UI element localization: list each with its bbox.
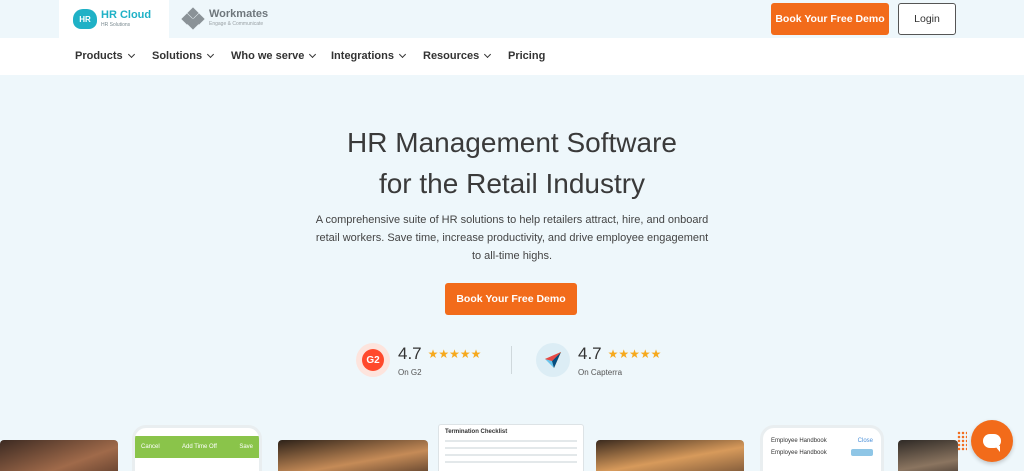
- workmates-tagline: Engage & Communicate: [209, 21, 264, 27]
- workmates-logo[interactable]: Workmates Engage & Communicate: [181, 7, 269, 30]
- main-nav: Products Solutions Who we serve Integrat…: [0, 38, 1024, 75]
- workmates-name: Workmates: [209, 8, 269, 20]
- g2-rating[interactable]: G2 4.7 ★★★★★ On G2: [356, 343, 481, 377]
- nav-item-resources[interactable]: Resources: [423, 50, 492, 62]
- capterra-score: 4.7: [578, 343, 602, 363]
- chevron-down-icon: [127, 50, 135, 59]
- login-button[interactable]: Login: [898, 3, 956, 35]
- product-preview-strip: Cancel Add Time Off Save Termination Che…: [0, 420, 1024, 471]
- g2-score: 4.7: [398, 343, 422, 363]
- capterra-logo-icon: [536, 343, 570, 377]
- nav-item-pricing[interactable]: Pricing: [508, 50, 545, 62]
- chevron-down-icon: [398, 50, 406, 59]
- hr-cloud-logo[interactable]: HR HR Cloud HR Solutions: [59, 0, 169, 38]
- hero-subtitle: A comprehensive suite of HR solutions to…: [315, 214, 709, 262]
- decorative-dots: [957, 431, 967, 451]
- g2-logo-icon: G2: [356, 343, 390, 377]
- retail-photo: [0, 440, 118, 471]
- nav-item-products[interactable]: Products: [75, 50, 135, 62]
- chat-widget-button[interactable]: [971, 420, 1013, 462]
- retail-photo: [596, 440, 744, 471]
- employee-handbook-phone-mockup: Employee Handbook Close Employee Handboo…: [760, 425, 884, 471]
- hr-cloud-tagline: HR Solutions: [101, 22, 131, 28]
- star-rating-icon: ★★★★★: [427, 346, 482, 361]
- g2-label: On G2: [398, 367, 422, 377]
- chat-bubble-icon: [983, 434, 1001, 452]
- nav-item-integrations[interactable]: Integrations: [331, 50, 406, 62]
- chevron-down-icon: [309, 50, 317, 59]
- retail-photo: [278, 440, 428, 471]
- book-demo-button-header[interactable]: Book Your Free Demo: [771, 3, 889, 35]
- top-bar: HR HR Cloud HR Solutions Workmates Engag…: [0, 0, 1024, 38]
- hr-cloud-name: HR Cloud: [101, 9, 152, 21]
- capterra-label: On Capterra: [578, 367, 623, 377]
- termination-checklist-preview: Termination Checklist: [438, 424, 584, 471]
- hr-cloud-icon: HR: [73, 9, 97, 29]
- star-rating-icon: ★★★★★: [607, 346, 662, 361]
- nav-item-solutions[interactable]: Solutions: [152, 50, 215, 62]
- retail-photo: [898, 440, 958, 471]
- ratings-divider: [511, 346, 512, 374]
- chevron-down-icon: [484, 50, 492, 59]
- book-demo-button-hero[interactable]: Book Your Free Demo: [445, 283, 577, 315]
- chevron-down-icon: [207, 50, 215, 59]
- nav-item-who-we-serve[interactable]: Who we serve: [231, 50, 317, 62]
- hero-title: HR Management Software for the Retail In…: [347, 127, 677, 199]
- capterra-rating[interactable]: 4.7 ★★★★★ On Capterra: [536, 343, 661, 377]
- time-off-phone-mockup: Cancel Add Time Off Save: [132, 425, 262, 471]
- workmates-icon: [181, 7, 205, 30]
